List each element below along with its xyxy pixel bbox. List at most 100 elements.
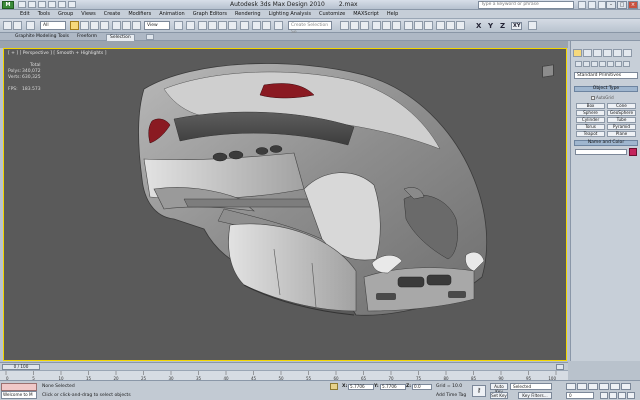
zoom-extents-icon[interactable] xyxy=(618,392,626,399)
shapes-icon[interactable] xyxy=(583,61,590,67)
constraint-icon[interactable] xyxy=(528,21,537,30)
selection-lock-icon[interactable] xyxy=(330,383,338,390)
teapot-render-icon[interactable] xyxy=(446,21,455,30)
geometry-icon[interactable] xyxy=(575,61,582,67)
menu-customize[interactable]: Customize xyxy=(319,11,345,17)
menu-rendering[interactable]: Rendering xyxy=(235,11,261,17)
helpers-icon[interactable] xyxy=(607,61,614,67)
move-icon[interactable] xyxy=(112,21,121,30)
curve-editor-icon[interactable] xyxy=(340,21,349,30)
key-mode-icon[interactable] xyxy=(621,383,631,390)
render-icon[interactable] xyxy=(392,21,401,30)
zoom-icon[interactable] xyxy=(600,392,608,399)
menu-group[interactable]: Group xyxy=(58,11,73,17)
perspective-viewport[interactable]: [ + ] [ Perspective ] [ Smooth + Highlig… xyxy=(3,48,567,361)
named-selection-input[interactable]: Create Selection Se xyxy=(288,21,332,35)
axis-x-button[interactable]: X xyxy=(476,22,481,30)
autogrid-checkbox[interactable]: AutoGrid xyxy=(591,95,614,100)
zoom-all-icon[interactable] xyxy=(609,392,617,399)
axis-xy-button[interactable]: XY xyxy=(511,22,523,30)
geosphere-button[interactable]: GeoSphere xyxy=(607,110,636,116)
environment-icon[interactable] xyxy=(414,21,423,30)
set-key-button[interactable]: Set Key xyxy=(490,392,508,399)
edit-named-selection-icon[interactable] xyxy=(240,21,249,30)
menu-tools[interactable]: Tools xyxy=(38,11,50,17)
go-to-start-icon[interactable] xyxy=(566,383,576,390)
menu-maxscript[interactable]: MAXScript xyxy=(353,11,379,17)
tab-freeform[interactable]: Freeform xyxy=(74,34,100,41)
spinner-snap-icon[interactable] xyxy=(228,21,237,30)
play-icon[interactable] xyxy=(588,383,598,390)
space-warps-icon[interactable] xyxy=(615,61,622,67)
new-file-icon[interactable] xyxy=(18,1,26,8)
selection-filter-dropdown[interactable]: All xyxy=(40,21,66,30)
rendered-frame-icon[interactable] xyxy=(382,21,391,30)
close-button[interactable]: × xyxy=(628,1,638,9)
subscription-icon[interactable] xyxy=(588,1,596,9)
systems-icon[interactable] xyxy=(623,61,630,67)
lighting-icon[interactable] xyxy=(456,21,465,30)
cameras-icon[interactable] xyxy=(599,61,606,67)
object-name-input[interactable] xyxy=(575,149,627,155)
search-icon[interactable] xyxy=(578,1,586,9)
layer-manager-icon[interactable] xyxy=(274,21,283,30)
hierarchy-tab-icon[interactable] xyxy=(593,49,602,57)
coord-y-input[interactable]: 5.7706 xyxy=(380,383,406,390)
maxscript-listener[interactable]: Welcome to M xyxy=(1,383,37,399)
menu-help[interactable]: Help xyxy=(387,11,398,17)
align-icon[interactable] xyxy=(262,21,271,30)
schematic-view-icon[interactable] xyxy=(350,21,359,30)
tab-selection[interactable]: Selection xyxy=(106,34,135,41)
box-button[interactable]: Box xyxy=(576,103,605,109)
create-tab-icon[interactable] xyxy=(573,49,582,57)
reference-coordinate-dropdown[interactable]: View xyxy=(144,21,170,30)
app-logo-button[interactable]: M xyxy=(2,1,14,9)
car-model-render[interactable] xyxy=(4,49,567,361)
select-object-icon[interactable] xyxy=(70,21,79,30)
help-search-input[interactable]: Type a keyword or phrase xyxy=(478,1,574,9)
key-selection-dropdown[interactable]: Selected xyxy=(510,383,552,390)
set-keys-key-icon[interactable]: ⚷ xyxy=(472,385,486,397)
menu-lighting-analysis[interactable]: Lighting Analysis xyxy=(269,11,311,17)
minimize-button[interactable]: – xyxy=(606,1,616,9)
scale-icon[interactable] xyxy=(132,21,141,30)
time-slider[interactable]: 0 / 100 xyxy=(0,362,568,370)
select-manipulate-icon[interactable] xyxy=(186,21,195,30)
mirror-icon[interactable] xyxy=(252,21,261,30)
selection-region-icon[interactable] xyxy=(90,21,99,30)
pyramid-button[interactable]: Pyramid xyxy=(607,124,636,130)
menu-edit[interactable]: Edit xyxy=(20,11,30,17)
add-time-tag-button[interactable]: Add Time Tag xyxy=(436,393,466,398)
maxscript-output[interactable] xyxy=(1,383,37,391)
cone-button[interactable]: Cone xyxy=(607,103,636,109)
select-by-name-icon[interactable] xyxy=(80,21,89,30)
utilities-tab-icon[interactable] xyxy=(623,49,632,57)
menu-graph-editors[interactable]: Graph Editors xyxy=(193,11,227,17)
project-folder-icon[interactable] xyxy=(68,1,76,8)
percent-snap-icon[interactable] xyxy=(218,21,227,30)
current-frame-input[interactable]: 0 xyxy=(566,392,594,399)
open-file-icon[interactable] xyxy=(28,1,36,8)
object-color-swatch[interactable] xyxy=(629,148,637,156)
teapot-button[interactable]: Teapot xyxy=(576,131,605,137)
previous-frame-icon[interactable] xyxy=(577,383,587,390)
next-frame-icon[interactable] xyxy=(599,383,609,390)
render-production-icon[interactable] xyxy=(424,21,433,30)
sphere-button[interactable]: Sphere xyxy=(576,110,605,116)
coord-x-input[interactable]: 5.7706 xyxy=(348,383,374,390)
maximize-button[interactable]: □ xyxy=(617,1,627,9)
cylinder-button[interactable]: Cylinder xyxy=(576,117,605,123)
menu-animation[interactable]: Animation xyxy=(159,11,185,17)
modify-tab-icon[interactable] xyxy=(583,49,592,57)
torus-button[interactable]: Torus xyxy=(576,124,605,130)
save-file-icon[interactable] xyxy=(38,1,46,8)
display-tab-icon[interactable] xyxy=(613,49,622,57)
axis-y-button[interactable]: Y xyxy=(488,22,493,30)
undo-icon[interactable] xyxy=(3,21,12,30)
name-and-color-rollout[interactable]: Name and Color xyxy=(574,140,638,146)
render-setup-icon[interactable] xyxy=(372,21,381,30)
rotate-icon[interactable] xyxy=(122,21,131,30)
auto-key-button[interactable]: Auto Key xyxy=(490,383,508,394)
link-icon[interactable] xyxy=(26,21,35,30)
menu-create[interactable]: Create xyxy=(104,11,121,17)
